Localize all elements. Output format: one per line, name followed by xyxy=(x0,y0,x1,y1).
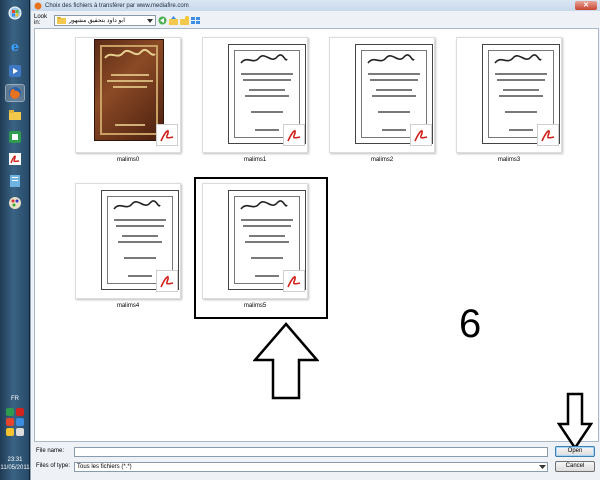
acrobat-icon xyxy=(9,153,21,165)
file-name-input[interactable] xyxy=(74,447,548,457)
file-tile-malims1[interactable]: malims1 xyxy=(202,37,308,163)
file-thumbnail xyxy=(202,37,308,153)
file-thumbnail xyxy=(75,183,181,299)
file-name-label: malims1 xyxy=(243,157,267,163)
chevron-down-icon xyxy=(539,465,546,469)
folder-icon xyxy=(9,110,21,120)
system-tray xyxy=(2,408,28,436)
close-icon: ✕ xyxy=(583,2,589,9)
folder-icon xyxy=(57,16,66,24)
page-calligraphy xyxy=(367,54,415,64)
new-folder-icon[interactable] xyxy=(180,15,189,25)
page-calligraphy xyxy=(494,54,542,64)
open-button[interactable]: Open xyxy=(555,446,595,457)
file-thumbnail xyxy=(329,37,435,153)
file-tile-malims2[interactable]: malims2 xyxy=(329,37,435,163)
pdf-icon xyxy=(160,130,174,142)
book-cover-image xyxy=(94,39,164,141)
taskbar: e FR 23:31 11/05/2011 xyxy=(0,0,30,480)
taskbar-paint-button[interactable] xyxy=(5,194,25,212)
step-number-annotation: 6 xyxy=(459,302,482,346)
taskbar-acrobat-button[interactable] xyxy=(5,150,25,168)
taskbar-media-button[interactable] xyxy=(5,62,25,80)
down-arrow-annotation-icon xyxy=(557,392,593,450)
taskbar-notes-button[interactable] xyxy=(5,172,25,190)
tray-volume-icon[interactable] xyxy=(16,428,24,436)
windows-orb-icon xyxy=(8,6,22,20)
media-player-icon xyxy=(9,65,21,77)
up-arrow-annotation-icon xyxy=(253,322,319,400)
pdf-badge xyxy=(156,124,178,146)
dialog-bottom-bar: File name: Files of type: Tous les fichi… xyxy=(34,446,599,478)
pdf-icon xyxy=(541,130,555,142)
notes-icon xyxy=(10,175,20,187)
file-name-label: malims4 xyxy=(116,303,140,309)
pdf-badge xyxy=(156,270,178,292)
file-name-label: File name: xyxy=(36,448,65,454)
tray-update-icon[interactable] xyxy=(16,418,24,426)
view-menu-icon[interactable] xyxy=(191,16,200,25)
file-thumbnail xyxy=(456,37,562,153)
file-tile-malims0[interactable]: malims0 xyxy=(75,37,181,163)
close-button[interactable]: ✕ xyxy=(575,1,597,10)
internet-explorer-icon: e xyxy=(10,39,20,55)
start-button[interactable] xyxy=(5,4,25,22)
file-type-label: Files of type: xyxy=(36,463,71,469)
dialog-title: Choix des fichiers à transférer par www.… xyxy=(45,2,189,9)
look-in-value: ابو داود بتحقيق مشهور xyxy=(69,17,125,24)
page-calligraphy xyxy=(240,54,288,64)
pdf-icon xyxy=(287,130,301,142)
look-in-row: Look in: ابو داود بتحقيق مشهور xyxy=(34,14,200,26)
paint-icon xyxy=(9,197,21,209)
pdf-badge xyxy=(410,124,432,146)
selection-highlight-box xyxy=(194,177,328,319)
language-indicator[interactable]: FR xyxy=(0,396,30,402)
file-tile-malims4[interactable]: malims4 xyxy=(75,183,181,309)
tray-network-icon[interactable] xyxy=(6,408,14,416)
taskbar-ie-button[interactable]: e xyxy=(5,38,25,56)
up-folder-icon[interactable] xyxy=(169,15,178,25)
app-icon xyxy=(34,2,42,9)
pdf-icon xyxy=(414,130,428,142)
pdf-icon xyxy=(160,276,174,288)
back-icon[interactable] xyxy=(158,16,167,25)
tray-security-icon[interactable] xyxy=(16,408,24,416)
cover-calligraphy xyxy=(104,48,156,59)
clock-date[interactable]: 11/05/2011 xyxy=(0,464,30,472)
clock-time[interactable]: 23:31 xyxy=(0,456,30,464)
chevron-down-icon xyxy=(147,18,153,23)
dialog-titlebar[interactable]: Choix des fichiers à transférer par www.… xyxy=(31,0,600,11)
file-name-label: malims2 xyxy=(370,157,394,163)
page-calligraphy xyxy=(113,200,161,210)
look-in-label: Look in: xyxy=(34,14,48,26)
file-name-label: malims3 xyxy=(497,157,521,163)
taskbar-app-button[interactable] xyxy=(5,128,25,146)
file-type-dropdown[interactable]: Tous les fichiers (*.*) xyxy=(74,462,548,472)
firefox-icon xyxy=(9,87,21,99)
pdf-badge xyxy=(537,124,559,146)
tray-power-icon[interactable] xyxy=(6,428,14,436)
tray-app-icon[interactable] xyxy=(6,418,14,426)
cancel-button[interactable]: Cancel xyxy=(555,461,595,472)
taskbar-explorer-button[interactable] xyxy=(5,106,25,124)
look-in-dropdown[interactable]: ابو داود بتحقيق مشهور xyxy=(54,14,156,26)
file-type-value: Tous les fichiers (*.*) xyxy=(77,464,132,470)
pdf-badge xyxy=(283,124,305,146)
file-tile-malims3[interactable]: malims3 xyxy=(456,37,562,163)
file-chooser-dialog: Choix des fichiers à transférer par www.… xyxy=(30,0,600,480)
green-app-icon xyxy=(9,131,21,143)
file-name-label: malims0 xyxy=(116,157,140,163)
file-thumbnail xyxy=(75,37,181,153)
taskbar-firefox-button[interactable] xyxy=(5,84,25,102)
